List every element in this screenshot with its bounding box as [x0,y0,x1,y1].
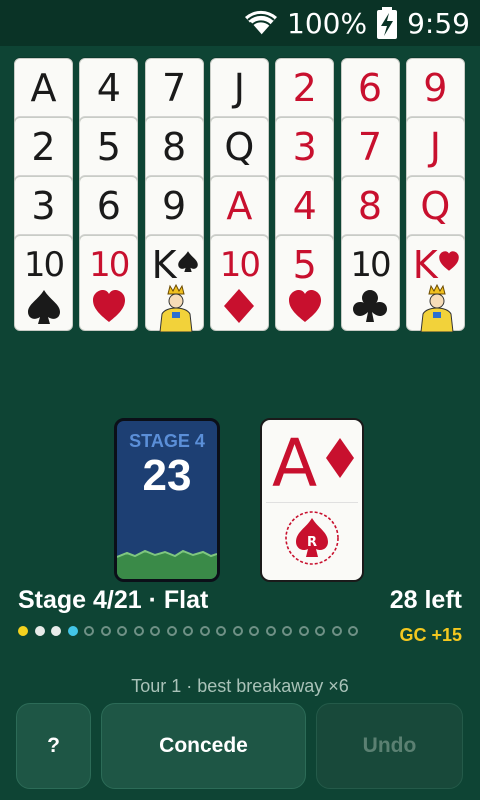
heart-icon [288,290,321,322]
playing-card[interactable]: 10 [209,235,269,331]
stock-count: 23 [142,451,192,500]
emblem-letter: R [307,535,317,550]
waste-card-rank: A [272,425,318,502]
heart-icon [439,251,459,271]
stage-dot [183,626,193,636]
card-rank: 9 [162,184,187,228]
stage-info: Stage 4/21 · Flat [18,586,209,614]
stock-stage-label: STAGE 4 [129,431,205,451]
stage-dot [150,626,160,636]
card-rank: 2 [31,125,56,169]
card-rank: 10 [89,245,130,285]
stage-dot [34,626,45,636]
club-icon [353,290,387,322]
stage-dot [51,626,61,636]
stage-dot [348,626,358,636]
concede-button[interactable]: Concede [101,703,306,789]
card-rank: 8 [162,125,187,169]
stage-dot [315,626,325,636]
card-rank: 7 [162,66,187,110]
heart-icon [92,290,125,322]
card-rank: 6 [96,184,121,228]
help-button[interactable]: ? [16,703,91,789]
card-rank: Q [224,125,255,169]
undo-button[interactable]: Undo [316,703,463,789]
stage-progress [18,626,358,636]
card-rank: 2 [292,66,317,110]
card-rank: 3 [31,184,56,228]
playing-card[interactable]: 10 [14,235,73,331]
stage-dot [331,626,342,636]
card-rank: 10 [23,245,65,285]
battery-percent: 100% [287,6,368,40]
stage-dot [265,626,276,636]
card-rank: A [226,184,253,228]
card-rank: 10 [219,245,261,285]
stage-dot [232,626,243,636]
gc-bonus: GC +15 [399,625,462,645]
playing-card[interactable]: 10 [79,235,139,331]
tour-info: Tour 1 · best breakaway ×6 [131,676,349,696]
stage-dot [84,626,94,636]
card-rank: 8 [357,184,383,228]
stage-dot [298,626,309,636]
stage-dot [67,626,78,636]
battery-charging-icon [377,7,398,39]
playing-card[interactable]: K [405,235,465,332]
king-figure-icon [420,284,454,332]
wifi-icon [245,10,278,36]
card-rank: 5 [292,243,317,287]
card-rank: 5 [96,125,121,169]
stage-dot [216,626,226,636]
card-rank: 9 [423,66,448,110]
card-back-emblem-icon: R [285,511,339,565]
card-rank: 4 [96,66,121,110]
card-rank: 3 [292,125,317,169]
stage-dot [100,626,111,636]
card-rank: A [30,66,57,110]
playing-card[interactable]: 5 [275,235,335,331]
card-divider [266,502,358,503]
stage-dot [166,626,177,636]
card-rank: J [429,125,441,169]
stage-dot [199,626,210,636]
king-figure-icon [159,284,193,332]
card-rank: 7 [357,125,383,169]
spade-icon [177,251,198,272]
spade-icon [27,290,60,324]
clock: 9:59 [407,6,470,40]
card-rank: J [233,66,245,110]
playing-card[interactable]: 10 [340,235,400,331]
playing-card[interactable]: K [144,235,204,332]
status-bar: 100% 9:59 [0,0,480,46]
cards-left: 28 left [389,586,462,614]
waste-pile-top-card[interactable]: A R [260,418,364,582]
stage-dot [133,626,144,636]
tableau: A 2 3 10 4 5 6 10 7 8 9 K J Q A 10 2 3 4 5 6 7 8 10 9 J Q K [14,58,470,338]
stage-dot [18,626,28,636]
stage-dot [249,626,259,636]
stage-dot [282,626,292,636]
diamond-icon [224,289,255,323]
stage-dot [117,626,127,636]
flat-terrain-icon [117,549,217,579]
card-rank: 6 [357,66,383,110]
stock-pile[interactable]: STAGE 4 23 [114,418,220,582]
card-rank: 4 [292,184,317,228]
card-rank: Q [420,184,451,228]
diamond-icon [326,438,354,478]
card-rank: 10 [350,245,391,285]
